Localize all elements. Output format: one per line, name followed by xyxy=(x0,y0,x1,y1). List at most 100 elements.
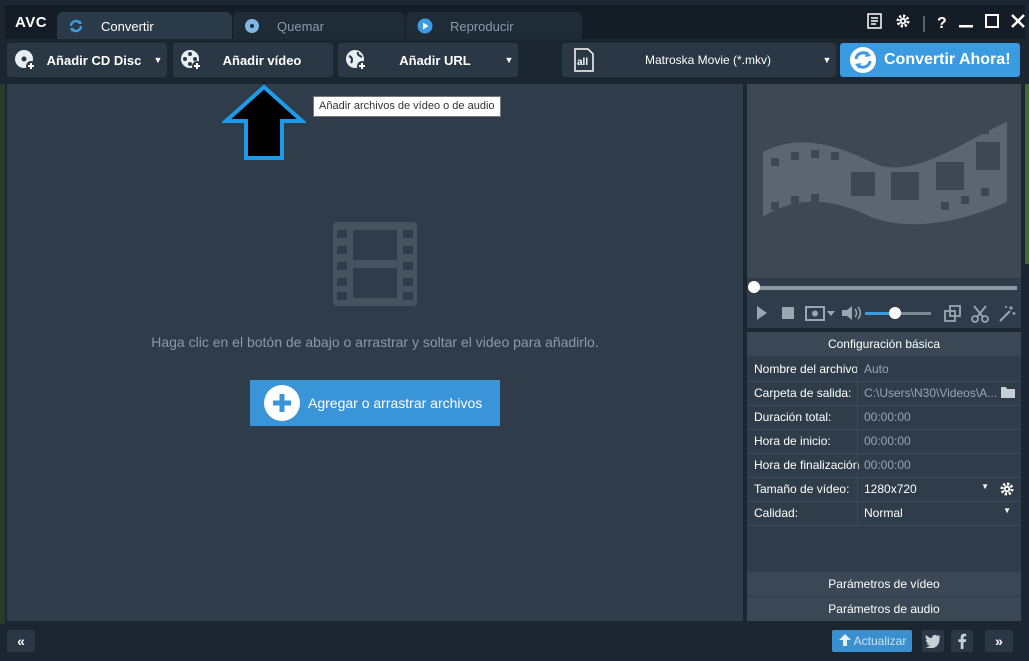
upload-icon xyxy=(838,633,852,650)
update-label: Actualizar xyxy=(853,634,907,648)
seek-handle[interactable] xyxy=(748,281,760,293)
collapse-left-icon[interactable]: « xyxy=(7,630,35,652)
row-value[interactable]: 1280x720 xyxy=(857,477,1019,501)
convert-now-button[interactable]: Convertir Ahora! xyxy=(840,43,1020,77)
settings-row-end-time[interactable]: Hora de finalización 00:00:00 xyxy=(747,453,1021,478)
settings-row-video-size[interactable]: Tamaño de vídeo: 1280x720 ▼ xyxy=(747,477,1021,502)
settings-row-total-duration: Duración total: 00:00:00 xyxy=(747,405,1021,430)
add-url-label: Añadir URL xyxy=(399,52,471,68)
crop-icon[interactable] xyxy=(944,305,962,326)
format-label: Matroska Movie (*.mkv) xyxy=(644,53,772,67)
row-value[interactable]: Normal xyxy=(857,501,1019,525)
output-format-select[interactable]: all Matroska Movie (*.mkv) ▼ xyxy=(562,43,836,77)
row-label: Tamaño de vídeo: xyxy=(754,482,850,496)
row-label: Duración total: xyxy=(754,410,832,424)
convert-icon xyxy=(67,17,85,35)
file-drop-area[interactable]: Haga clic en el botón de abajo o arrastr… xyxy=(7,84,743,621)
film-reel-add-icon xyxy=(177,46,205,74)
tab-label: Reproducir xyxy=(450,18,514,34)
disc-burn-icon xyxy=(243,17,261,35)
row-label: Hora de inicio: xyxy=(754,434,831,448)
play-icon[interactable] xyxy=(756,305,768,324)
update-button[interactable]: Actualizar xyxy=(832,630,912,652)
row-label: Carpeta de salida: xyxy=(754,386,852,400)
settings-title: Configuración básica xyxy=(747,332,1021,356)
settings-row-quality[interactable]: Calidad: Normal ▼ xyxy=(747,501,1021,526)
scissors-icon[interactable] xyxy=(971,305,989,326)
divider xyxy=(923,15,925,32)
tab-label: Quemar xyxy=(277,18,324,34)
facebook-icon[interactable] xyxy=(951,630,973,652)
tab-quemar[interactable]: Quemar xyxy=(233,12,405,40)
tab-convertir[interactable]: Convertir xyxy=(57,12,232,40)
background-edge xyxy=(0,84,5,624)
add-video-label: Añadir vídeo xyxy=(222,52,302,68)
add-files-label: Agregar o arrastrar archivos xyxy=(308,395,483,411)
up-arrow-annotation-icon xyxy=(222,84,306,160)
menu-icon[interactable] xyxy=(867,13,883,34)
svg-text:all: all xyxy=(577,57,588,68)
help-icon[interactable]: ? xyxy=(937,15,947,33)
add-cd-button[interactable]: Añadir CD Disc ▼ xyxy=(7,43,167,77)
background-edge xyxy=(1025,84,1029,264)
chevron-down-icon[interactable]: ▼ xyxy=(1003,506,1011,515)
row-label: Hora de finalización xyxy=(754,458,860,472)
drop-hint-text: Haga clic en el botón de abajo o arrastr… xyxy=(151,334,599,350)
row-label: Nombre del archivo xyxy=(754,362,859,376)
window-controls: ? xyxy=(867,13,1025,34)
chevron-down-icon[interactable]: ▼ xyxy=(149,55,167,65)
chevron-down-icon[interactable]: ▼ xyxy=(981,482,989,491)
settings-row-filename[interactable]: Nombre del archivo Auto xyxy=(747,357,1021,382)
chevron-down-icon[interactable]: ▼ xyxy=(500,55,518,65)
title-bar: AVC Convertir Quemar Reproducir ? xyxy=(5,5,1025,40)
volume-slider[interactable] xyxy=(865,307,931,319)
settings-row-start-time[interactable]: Hora de inicio: 00:00:00 xyxy=(747,429,1021,454)
settings-row-output-folder[interactable]: Carpeta de salida: C:\Users\N30\Videos\A… xyxy=(747,381,1021,406)
row-value: 00:00:00 xyxy=(857,405,1019,429)
globe-add-icon xyxy=(342,46,370,74)
film-strip-icon xyxy=(333,222,417,306)
tooltip: Añadir archivos de vídeo o de audio xyxy=(313,96,501,117)
cd-add-icon xyxy=(11,46,39,74)
add-video-button[interactable]: Añadir vídeo xyxy=(173,43,333,77)
player-controls xyxy=(747,300,1021,328)
row-label: Calidad: xyxy=(754,506,799,520)
maximize-icon[interactable] xyxy=(984,14,999,33)
twitter-icon[interactable] xyxy=(922,630,944,652)
video-params-button[interactable]: Parámetros de vídeo xyxy=(747,572,1021,596)
add-files-button[interactable]: Agregar o arrastrar archivos xyxy=(250,380,500,426)
snapshot-icon[interactable] xyxy=(805,305,835,324)
plus-icon xyxy=(264,385,300,421)
chevron-down-icon[interactable]: ▼ xyxy=(818,55,836,65)
seek-bar[interactable] xyxy=(747,278,1021,300)
volume-icon[interactable] xyxy=(841,305,865,324)
play-icon xyxy=(416,17,434,35)
app-logo: AVC xyxy=(15,14,48,31)
tab-label: Convertir xyxy=(101,18,154,34)
settings-icon[interactable] xyxy=(895,13,911,34)
add-cd-label: Añadir CD Disc xyxy=(46,52,142,68)
refresh-icon xyxy=(848,45,878,75)
volume-handle[interactable] xyxy=(888,307,901,319)
all-formats-icon: all xyxy=(570,46,598,74)
tab-reproducir[interactable]: Reproducir xyxy=(406,12,582,40)
row-value[interactable]: 00:00:00 xyxy=(857,429,1019,453)
audio-params-button[interactable]: Parámetros de audio xyxy=(747,597,1021,621)
add-url-button[interactable]: Añadir URL ▼ xyxy=(338,43,518,77)
gear-icon[interactable] xyxy=(999,481,1015,500)
row-value[interactable]: 00:00:00 xyxy=(857,453,1019,477)
seek-track[interactable] xyxy=(753,286,1017,290)
effects-wand-icon[interactable] xyxy=(998,305,1016,326)
row-value[interactable]: C:\Users\N30\Videos\A... xyxy=(857,381,1019,405)
folder-open-icon[interactable] xyxy=(1000,385,1016,402)
bottom-bar: « Actualizar » xyxy=(5,622,1025,658)
convert-now-label: Convertir Ahora! xyxy=(884,51,1011,68)
row-value[interactable]: Auto xyxy=(857,357,1019,381)
stop-icon[interactable] xyxy=(781,305,795,324)
video-preview xyxy=(747,84,1021,278)
app-window: AVC Convertir Quemar Reproducir ? Añadir… xyxy=(0,0,1029,661)
minimize-icon[interactable] xyxy=(958,13,973,34)
basic-settings-panel: Configuración básica Nombre del archivo … xyxy=(747,332,1021,621)
expand-right-icon[interactable]: » xyxy=(985,630,1013,652)
close-icon[interactable] xyxy=(1010,14,1025,33)
